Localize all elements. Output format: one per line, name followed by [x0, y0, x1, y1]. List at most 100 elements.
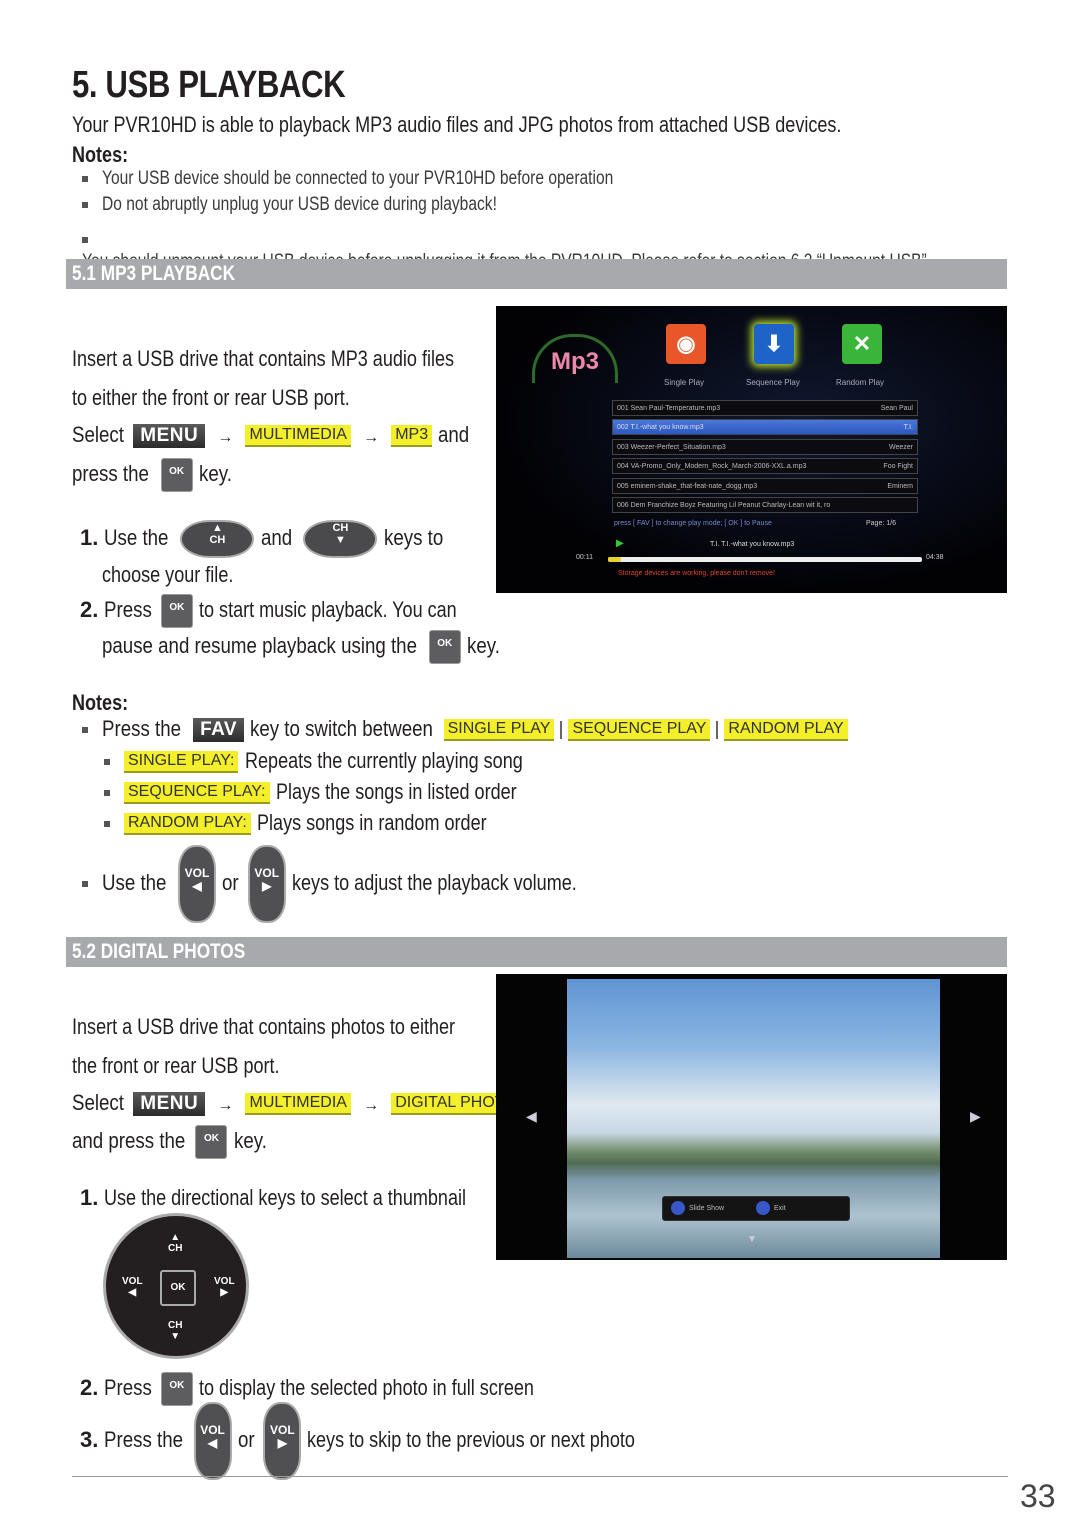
storage-warning: Storage devices are working, please don'… — [618, 570, 775, 577]
playlist-row: 004 VA-Promo_Only_Modern_Rock_March-2006… — [612, 458, 918, 474]
vol-right-key-icon: VOL ▶ — [263, 1402, 302, 1480]
dpad-right: VOL ▶ — [214, 1276, 235, 1298]
playback-progress-bar — [608, 557, 922, 562]
playlist-row: 006 Dem Franchize Boyz Featuring Lil Pea… — [612, 497, 918, 513]
mp3-hint: press [ FAV ] to change play mode; [ OK … — [614, 520, 772, 527]
single-play-highlight: SINGLE PLAY — [443, 719, 555, 742]
mp3-step2: 2. Press OK to start music playback. You… — [80, 594, 513, 628]
mode-label: Random Play — [836, 378, 885, 387]
playlist-row-selected: 002 T.I.-what you know.mp3 T.I. — [612, 419, 918, 435]
slideshow-icon — [671, 1201, 685, 1216]
note-item: Your USB device should be connected to y… — [82, 168, 726, 190]
bullet-icon — [82, 201, 88, 208]
mode-desc: SINGLE PLAY: Repeats the currently playi… — [104, 748, 583, 774]
photos-intro-line1: Insert a USB drive that contains photos … — [72, 1014, 456, 1039]
ok-key-icon: OK — [160, 594, 193, 628]
mode-desc: RANDOM PLAY: Plays songs in random order — [104, 810, 537, 836]
single-play-icon: ◉ — [666, 324, 706, 364]
mode-label: Sequence Play — [746, 378, 800, 387]
now-playing: T.I. T.I.-what you know.mp3 — [710, 541, 795, 548]
ok-key-icon: OK — [195, 1125, 228, 1159]
ok-key-icon: OK — [160, 1372, 193, 1406]
ch-up-key-icon: ▲ CH — [180, 520, 255, 558]
section-header-photos: 5.2 DIGITAL PHOTOS — [66, 937, 1007, 967]
page-indicator: Page: 1/6 — [866, 520, 896, 527]
mp3-intro-line2: to either the front or rear USB port. — [72, 385, 350, 410]
mp3-intro-line1: Insert a USB drive that contains MP3 aud… — [72, 346, 455, 371]
arrow-icon: → — [363, 1097, 380, 1114]
next-arrow-icon: ▶ — [970, 1108, 981, 1124]
arrow-icon: → — [217, 429, 234, 446]
bullet-icon — [104, 759, 110, 766]
photos-press-ok: and press the OK key. — [72, 1125, 272, 1159]
photos-step1: 1. Use the directional keys to select a … — [80, 1185, 467, 1210]
random-play-highlight: RANDOM PLAY — [724, 719, 848, 742]
photos-step2: 2. Press OK to display the selected phot… — [80, 1372, 607, 1406]
menu-key: MENU — [133, 1092, 206, 1117]
mp3-player-screenshot: Mp3 ◉ ⬇ ✕ Single Play Sequence Play Rand… — [496, 306, 1007, 593]
random-play-icon: ✕ — [842, 324, 882, 364]
notes-heading: Notes: — [72, 142, 129, 167]
playlist-row: 001 Sean Paul-Temperature.mp3 Sean Paul — [612, 400, 918, 416]
landscape-photo: Slide Show Exit ▼ — [567, 979, 940, 1258]
bullet-icon — [82, 881, 88, 887]
previous-arrow-icon: ◀ — [526, 1108, 537, 1124]
dpad-up: ▲ CH — [168, 1232, 183, 1254]
directional-pad-icon: ▲ CH VOL ◀ OK VOL ▶ CH ▼ — [103, 1213, 249, 1359]
time-elapsed: 00:11 — [576, 554, 593, 561]
separator — [560, 721, 563, 740]
ok-key-icon: OK — [160, 458, 193, 492]
mp3-press-ok: press the OK key. — [72, 458, 237, 492]
mp3-logo: Mp3 — [532, 334, 618, 383]
fav-key: FAV — [193, 718, 245, 743]
arrow-icon: → — [217, 1097, 234, 1114]
playlist-row: 005 eminem-shake_that-feat-nate_dogg.mp3… — [612, 478, 918, 494]
photos-intro-line2: the front or rear USB port. — [72, 1053, 280, 1078]
separator — [716, 721, 719, 740]
bullet-icon — [82, 727, 88, 734]
mp3-notes-heading: Notes: — [72, 690, 129, 715]
fav-note: Press the FAV key to switch between SING… — [82, 716, 848, 743]
photos-menu-path: Select MENU → MULTIMEDIA → DIGITAL PHOTO — [72, 1090, 521, 1117]
dpad-down: CH ▼ — [168, 1320, 183, 1342]
arrow-icon: → — [363, 429, 380, 446]
section-header-mp3: 5.1 MP3 PLAYBACK — [66, 259, 1007, 289]
photos-step3: 3. Press the VOL ◀ or VOL ▶ keys to skip t… — [80, 1402, 707, 1480]
mp3-menu-path: Select MENU → MULTIMEDIA → MP3 and — [72, 422, 470, 449]
ok-key-icon: OK — [428, 630, 461, 664]
volume-note: Use the VOL ◀ or VOL ▶ keys to adjust the … — [82, 845, 639, 923]
play-icon: ▶ — [616, 538, 624, 549]
photo-control-bar: Slide Show Exit — [662, 1196, 850, 1221]
dpad-left: VOL ◀ — [122, 1276, 143, 1298]
bullet-icon — [104, 821, 110, 828]
exit-icon — [755, 1201, 770, 1216]
photo-viewer-screenshot: Slide Show Exit ▼ ◀ ▶ — [496, 974, 1007, 1260]
mp3-step1: 1. Use the ▲ CH and CH ▼ keys to — [80, 520, 453, 558]
mode-label-highlight: SEQUENCE PLAY: — [124, 782, 270, 805]
bullet-icon — [82, 175, 88, 182]
intro-text: Your PVR10HD is able to playback MP3 aud… — [72, 112, 842, 137]
mp3-step1-line2: choose your file. — [102, 562, 234, 587]
dpad-ok: OK — [160, 1270, 196, 1306]
bullet-icon — [104, 790, 110, 797]
mode-label-highlight: RANDOM PLAY: — [124, 813, 251, 836]
ch-down-key-icon: CH ▼ — [303, 520, 378, 558]
progress-fill — [608, 557, 621, 562]
down-arrow-icon: ▼ — [747, 1234, 757, 1245]
sequence-play-highlight: SEQUENCE PLAY — [568, 719, 711, 742]
bullet-icon — [82, 236, 88, 243]
vol-left-key-icon: VOL ◀ — [193, 1402, 232, 1480]
mode-label: Single Play — [664, 378, 705, 387]
footer-divider — [72, 1476, 1008, 1477]
sequence-play-icon: ⬇ — [754, 324, 794, 364]
multimedia-highlight: MULTIMEDIA — [245, 425, 351, 448]
vol-right-key-icon: VOL ▶ — [247, 845, 286, 923]
menu-key: MENU — [133, 424, 206, 449]
vol-left-key-icon: VOL ◀ — [177, 845, 216, 923]
page-number: 33 — [1020, 1478, 1056, 1514]
playlist-row: 003 Weezer-Perfect_Situation.mp3 Weezer — [612, 439, 918, 455]
mp3-step2-line2: pause and resume playback using the OK k… — [102, 630, 506, 664]
page-title: 5. USB PLAYBACK — [72, 64, 346, 106]
multimedia-highlight: MULTIMEDIA — [245, 1093, 351, 1116]
mp3-highlight: MP3 — [391, 425, 433, 448]
